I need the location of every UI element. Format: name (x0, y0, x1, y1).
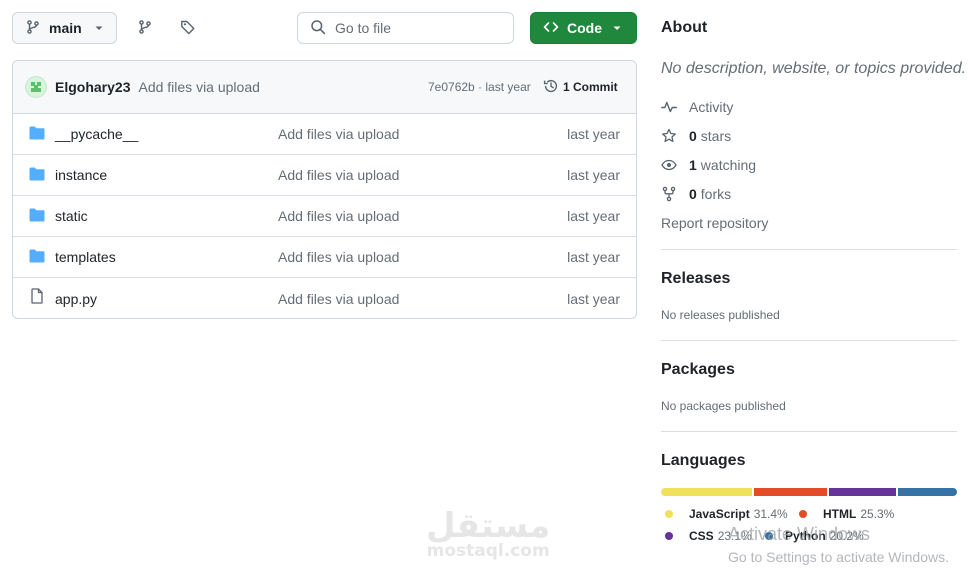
folder-icon (29, 208, 45, 225)
tags-button[interactable] (172, 12, 204, 44)
section-divider (661, 340, 957, 341)
go-to-file-placeholder: Go to file (335, 20, 392, 36)
file-name-link[interactable]: templates (55, 249, 116, 265)
language-bar-segment-html (754, 488, 828, 496)
language-percent: 31.4% (753, 507, 788, 521)
file-commit-date: last year (567, 126, 620, 142)
stars-link[interactable]: 0 stars (661, 128, 731, 144)
file-commit-date: last year (567, 167, 620, 183)
watermark-latin: mostaql.com (426, 541, 550, 561)
file-commit-message-link[interactable]: Add files via upload (278, 167, 399, 183)
folder-icon (29, 126, 45, 143)
file-table: Elgohary23 Add files via upload 7e0762b … (12, 60, 637, 319)
file-row: templates Add files via upload last year (13, 237, 636, 278)
stars-label: stars (700, 128, 732, 144)
language-color-dot (665, 532, 673, 540)
watching-link[interactable]: 1 watching (661, 157, 756, 173)
file-name-link[interactable]: instance (55, 167, 107, 183)
file-commit-message-link[interactable]: Add files via upload (278, 291, 399, 307)
file-commit-message-link[interactable]: Add files via upload (278, 208, 399, 224)
packages-empty-text: No packages published (661, 399, 786, 413)
branch-selector-button[interactable]: main (12, 12, 117, 44)
git-branch-icon (137, 19, 153, 38)
section-divider (661, 249, 957, 250)
history-icon (543, 78, 559, 97)
language-bar (661, 488, 957, 496)
releases-heading[interactable]: Releases (661, 270, 730, 288)
commit-author-link[interactable]: Elgohary23 (55, 79, 130, 95)
star-icon (661, 128, 677, 144)
activity-link[interactable]: Activity (661, 99, 733, 115)
file-commit-date: last year (567, 208, 620, 224)
code-button[interactable]: Code (530, 12, 637, 44)
commit-count: 1 Commit (563, 80, 618, 94)
chevron-down-icon (612, 20, 622, 36)
commit-sha-link[interactable]: 7e0762b · last year (428, 80, 531, 94)
file-commit-date: last year (567, 249, 620, 265)
eye-icon (661, 157, 677, 173)
activate-subtitle: Go to Settings to activate Windows. (728, 549, 949, 565)
about-description: No description, website, or topics provi… (661, 60, 967, 77)
releases-empty-text: No releases published (661, 308, 780, 322)
file-name-link[interactable]: static (55, 208, 88, 224)
branches-button[interactable] (129, 12, 161, 44)
activity-label: Activity (689, 99, 734, 115)
watching-count: 1 (689, 157, 697, 173)
forks-label: forks (700, 186, 732, 202)
language-name: JavaScript (689, 507, 750, 521)
section-divider (661, 431, 957, 432)
forks-link[interactable]: 0 forks (661, 186, 731, 202)
commit-history-link[interactable]: 1 Commit (543, 78, 618, 97)
watching-label: watching (700, 157, 757, 173)
language-name: HTML (823, 507, 857, 521)
language-bar-segment-css (829, 488, 897, 496)
language-bar-segment-javascript (661, 488, 753, 496)
activate-title: Activate Windows (728, 524, 871, 544)
language-percent: 25.3% (860, 507, 895, 521)
git-branch-icon (25, 19, 41, 38)
tag-icon (180, 19, 196, 38)
forks-count: 0 (689, 186, 697, 202)
avatar[interactable] (25, 76, 47, 98)
language-bar-segment-python (898, 488, 957, 496)
file-commit-message-link[interactable]: Add files via upload (278, 249, 399, 265)
file-name-link[interactable]: __pycache__ (55, 126, 138, 142)
packages-heading[interactable]: Packages (661, 361, 735, 379)
windows-activation-notice: Activate Windows Go to Settings to activ… (728, 524, 949, 565)
mostaql-watermark: مستقل mostaql.com (426, 506, 551, 561)
commit-message-link[interactable]: Add files via upload (138, 79, 259, 95)
about-heading: About (661, 19, 708, 36)
folder-icon (29, 167, 45, 184)
search-icon (310, 19, 326, 38)
language-color-dot (665, 510, 673, 518)
file-commit-message-link[interactable]: Add files via upload (278, 126, 399, 142)
report-repository-link[interactable]: Report repository (661, 215, 768, 231)
stars-count: 0 (689, 128, 697, 144)
file-row: app.py Add files via upload last year (13, 278, 636, 318)
watermark-arabic: مستقل (426, 506, 551, 546)
latest-commit-bar: Elgohary23 Add files via upload 7e0762b … (13, 61, 636, 114)
file-row: instance Add files via upload last year (13, 155, 636, 196)
folder-icon (29, 249, 45, 266)
language-item-html[interactable]: HTML 25.3% (799, 507, 894, 521)
fork-icon (661, 186, 677, 202)
pulse-icon (661, 99, 677, 115)
code-icon (543, 19, 559, 38)
file-row: __pycache__ Add files via upload last ye… (13, 114, 636, 155)
file-icon (29, 288, 45, 307)
file-commit-date: last year (567, 290, 620, 307)
language-item-javascript[interactable]: JavaScript 31.4% (665, 507, 788, 521)
languages-heading: Languages (661, 452, 746, 469)
go-to-file-input[interactable]: Go to file (297, 12, 514, 44)
chevron-down-icon (94, 20, 104, 36)
file-name-link[interactable]: app.py (55, 291, 97, 307)
file-row: static Add files via upload last year (13, 196, 636, 237)
code-button-label: Code (567, 20, 602, 36)
language-name: CSS (689, 529, 714, 543)
language-color-dot (799, 510, 807, 518)
branch-name: main (49, 20, 82, 36)
